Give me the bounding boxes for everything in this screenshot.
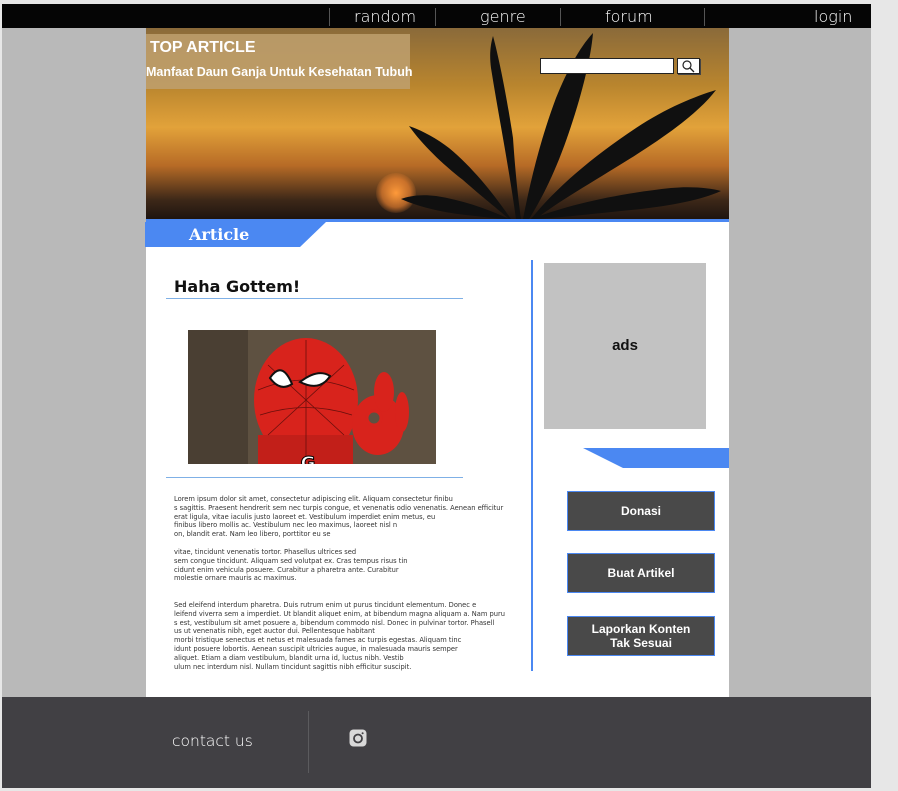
nav-genre-link[interactable]: genre xyxy=(480,4,526,28)
top-article-label: TOP ARTICLE xyxy=(150,39,256,56)
nav-login-link[interactable]: login xyxy=(814,4,852,28)
top-article-title[interactable]: Manfaat Daun Ganja Untuk Kesehatan Tubuh xyxy=(146,65,412,79)
article-image: G xyxy=(188,330,436,464)
paragraph-line: ulum nec interdum nisl. Nullam tincidunt… xyxy=(174,662,412,671)
column-divider xyxy=(531,260,533,671)
article-paragraph-1: Lorem ipsum dolor sit amet, consectetur … xyxy=(174,495,504,539)
paragraph-line: Lorem ipsum dolor sit amet, consectetur … xyxy=(174,495,453,503)
paragraph-line: vitae, tincidunt venenatis tortor. Phase… xyxy=(174,548,357,556)
report-label-line1: Laporkan Konten xyxy=(591,622,691,636)
instagram-icon[interactable] xyxy=(349,729,367,747)
sidebar-ribbon xyxy=(583,448,729,468)
search-icon xyxy=(682,60,695,73)
ads-label: ads xyxy=(612,337,638,354)
paragraph-line: erat ligula, vitae iaculis justo laoreet… xyxy=(174,512,436,521)
paragraph-line: s est, vestibulum sit amet posuere a, bi… xyxy=(174,618,495,627)
paragraph-line: cidunt enim vehicula posuere. Curabitur … xyxy=(174,565,399,574)
search-bar xyxy=(540,58,700,74)
paragraph-line: idunt posuere lobortis. Aenean suscipit … xyxy=(174,644,458,653)
report-content-button[interactable]: Laporkan Konten Tak Sesuai xyxy=(567,616,715,656)
image-divider xyxy=(166,477,463,478)
paragraph-line: aliquet. Etiam a diam vestibulum, blandi… xyxy=(174,653,404,662)
nav-separator xyxy=(704,8,705,26)
search-input[interactable] xyxy=(540,58,674,74)
title-divider xyxy=(166,298,463,299)
paragraph-line: finibus libero mollis ac. Vestibulum nec… xyxy=(174,521,398,530)
article-paragraph-2: vitae, tincidunt venenatis tortor. Phase… xyxy=(174,548,494,583)
search-button[interactable] xyxy=(677,58,700,74)
paragraph-line: Sed eleifend interdum pharetra. Duis rut… xyxy=(174,601,477,609)
svg-text:G: G xyxy=(301,453,316,464)
nav-separator xyxy=(560,8,561,26)
cannabis-leaf-image xyxy=(401,33,721,219)
nav-separator xyxy=(435,8,436,26)
page-frame: random genre forum login TOP ARTICLE Man… xyxy=(2,4,871,788)
paragraph-line: morbi tristique senectus et netus et mal… xyxy=(174,636,462,645)
report-label-line2: Tak Sesuai xyxy=(610,636,672,650)
paragraph-line: on, blandit erat. Nam leo libero, portti… xyxy=(174,530,331,539)
nav-separator xyxy=(329,8,330,26)
footer-separator xyxy=(308,711,309,773)
paragraph-line: sem congue tincidunt. Aliquam sed volutp… xyxy=(174,556,408,565)
paragraph-line: leifend viverra sem a imperdiet. Ut blan… xyxy=(174,609,505,618)
contact-us-link[interactable]: contact us xyxy=(172,732,253,750)
article-section-label: Article xyxy=(189,225,250,244)
paragraph-line: molestie ornare mauris ac maximus. xyxy=(174,574,297,583)
ads-box[interactable]: ads xyxy=(544,263,706,429)
donate-button[interactable]: Donasi xyxy=(567,491,715,531)
top-nav: random genre forum login xyxy=(2,4,871,28)
nav-forum-link[interactable]: forum xyxy=(605,4,653,28)
top-article-card[interactable]: TOP ARTICLE Manfaat Daun Ganja Untuk Kes… xyxy=(146,34,412,89)
create-article-label: Buat Artikel xyxy=(607,566,675,580)
article-title: Haha Gottem! xyxy=(174,277,301,296)
article-paragraph-3: Sed eleifend interdum pharetra. Duis rut… xyxy=(174,601,505,671)
paragraph-line: us ut venenatis nibh, eget auctor dui. P… xyxy=(174,627,375,636)
paragraph-line: s sagittis. Praesent hendrerit sem nec t… xyxy=(174,503,504,512)
footer: contact us xyxy=(2,697,871,788)
page-content: TOP ARTICLE Manfaat Daun Ganja Untuk Kes… xyxy=(145,28,729,698)
hero-banner[interactable]: TOP ARTICLE Manfaat Daun Ganja Untuk Kes… xyxy=(146,28,729,219)
nav-random-link[interactable]: random xyxy=(354,4,416,28)
create-article-button[interactable]: Buat Artikel xyxy=(567,553,715,593)
